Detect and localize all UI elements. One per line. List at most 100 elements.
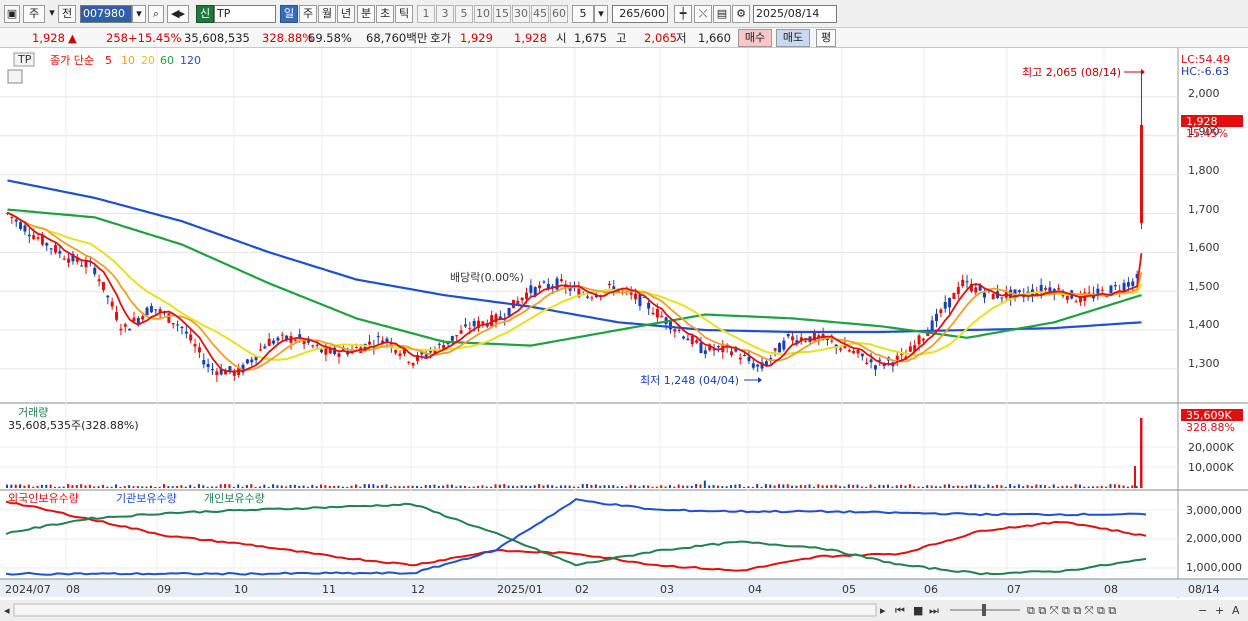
volume-bar (45, 484, 48, 488)
volume-bar (607, 485, 610, 488)
volume-bar (193, 486, 196, 488)
legend-foreign: 외국인보유수량 (8, 492, 79, 505)
stock-chart[interactable]: TP 종가 단순 5 10 20 60 120 2,000 1,900 1,80… (0, 48, 1248, 621)
interval-15[interactable]: 15 (493, 5, 511, 23)
high-label: 고 (616, 31, 627, 45)
tab-second[interactable]: 초 (376, 5, 394, 23)
sell-button[interactable]: 매도 (776, 29, 810, 47)
volume-bar (747, 486, 750, 488)
candle (943, 301, 947, 309)
zoom-in-icon[interactable]: + (1215, 604, 1224, 617)
volume-title: 거래량 (18, 406, 48, 419)
prev-button[interactable]: 전 (58, 5, 76, 23)
forward-icon[interactable]: ⏭ (929, 604, 939, 617)
candle (411, 363, 415, 366)
volume-bar (333, 485, 336, 488)
volume-bar (385, 484, 388, 488)
search-icon[interactable]: ⌕ (148, 5, 164, 23)
candle (197, 347, 201, 353)
zoom-slider-handle[interactable] (982, 604, 986, 616)
candle (53, 245, 57, 253)
stop-icon[interactable]: ■ (913, 604, 923, 617)
volume-bar (106, 486, 109, 488)
volume-bar (1118, 484, 1121, 488)
stock-name-field[interactable]: TP (214, 5, 276, 23)
scroll-left-icon[interactable]: ◂ (4, 604, 10, 617)
candle-icon[interactable]: ┿ (674, 5, 692, 23)
date-field[interactable]: 2025/08/14 (753, 5, 837, 23)
interval-10[interactable]: 10 (474, 5, 492, 23)
price-change: 258 (106, 31, 128, 45)
ma-label: 종가 단순 (50, 54, 94, 67)
tab-day[interactable]: 일 (280, 5, 298, 23)
speaker-icon[interactable]: ◀▸ (167, 5, 189, 23)
candle (756, 364, 760, 367)
candle (961, 279, 965, 287)
main-toolbar: ▣ 주 ▾ 전 007980 ▾ ⌕ ◀▸ 신 TP 일 주 월 년 분 초 틱… (0, 0, 1248, 28)
zoom-out-icon[interactable]: − (1198, 604, 1207, 617)
volume-bar (773, 485, 776, 488)
x-label-05: 05 (842, 583, 856, 596)
volume-bar (224, 484, 227, 488)
tab-year[interactable]: 년 (337, 5, 355, 23)
count-chevron-icon[interactable]: ▾ (594, 5, 608, 23)
candle (852, 350, 856, 354)
gear-icon[interactable]: ⚙ (732, 5, 750, 23)
volume-bar (533, 485, 536, 488)
interval-5[interactable]: 5 (455, 5, 473, 23)
candle (189, 334, 193, 341)
eval-button[interactable]: 평 (816, 29, 836, 47)
bottom-scrollbar[interactable]: ◂ ▸ ⏮ ■ ⏭ ⧉ ⧉ ⤧ ⧉ ⧉ ⤧ ⧉ ⧉ − + A (4, 603, 1240, 617)
scroll-right-icon[interactable]: ▸ (880, 604, 886, 617)
range-field[interactable]: 265/600 (612, 5, 668, 23)
volume-bar (10, 484, 13, 488)
volume-bar (285, 486, 288, 488)
stock-code-input[interactable]: 007980 (80, 5, 132, 23)
scroll-track[interactable] (13, 603, 877, 617)
interval-1[interactable]: 1 (417, 5, 435, 23)
candle (786, 334, 790, 337)
candle (123, 324, 127, 327)
interval-45[interactable]: 45 (531, 5, 549, 23)
calculator-icon[interactable] (7, 69, 23, 84)
volume-bar (804, 485, 807, 488)
volume-bar (677, 484, 680, 488)
interval-30[interactable]: 30 (512, 5, 530, 23)
buy-button[interactable]: 매수 (738, 29, 772, 47)
candle (965, 281, 969, 283)
candle (673, 329, 677, 332)
chart-tool-icons[interactable]: ⧉ ⧉ ⤧ ⧉ ⧉ ⤧ ⧉ ⧉ (1027, 604, 1116, 617)
candle (634, 293, 638, 300)
tab-week[interactable]: 주 (299, 5, 317, 23)
chevron-down-icon[interactable]: ▾ (47, 5, 57, 23)
auto-scale-icon[interactable]: A (1232, 604, 1240, 617)
rewind-icon[interactable]: ⏮ (895, 604, 905, 617)
cross-icon[interactable]: ⤬ (694, 5, 712, 23)
code-dropdown-icon[interactable]: ▾ (132, 5, 146, 23)
volume-bar (180, 485, 183, 488)
interval-60[interactable]: 60 (550, 5, 568, 23)
ma-20: 20 (141, 54, 155, 67)
volume-bar (764, 484, 767, 488)
volume-bar (564, 485, 567, 488)
candle (84, 261, 88, 268)
tab-minute[interactable]: 분 (357, 5, 375, 23)
volume-bar (795, 485, 798, 488)
volume-bar (725, 486, 728, 488)
tab-tick[interactable]: 틱 (395, 5, 413, 23)
volume-bar (302, 485, 305, 488)
tab-month[interactable]: 월 (318, 5, 336, 23)
candle (520, 297, 524, 301)
count-select[interactable]: 5 (572, 5, 594, 23)
candle (171, 323, 175, 325)
period-dropdown[interactable]: 주 (23, 5, 45, 23)
save-icon[interactable]: ▤ (713, 5, 731, 23)
volume-bar (1131, 485, 1134, 488)
candle (769, 358, 773, 360)
volume-bar (376, 485, 379, 488)
volume-bar (839, 486, 842, 488)
interval-3[interactable]: 3 (436, 5, 454, 23)
candle (14, 219, 18, 222)
window-icon[interactable]: ▣ (4, 5, 20, 23)
volume-bar (673, 486, 676, 488)
